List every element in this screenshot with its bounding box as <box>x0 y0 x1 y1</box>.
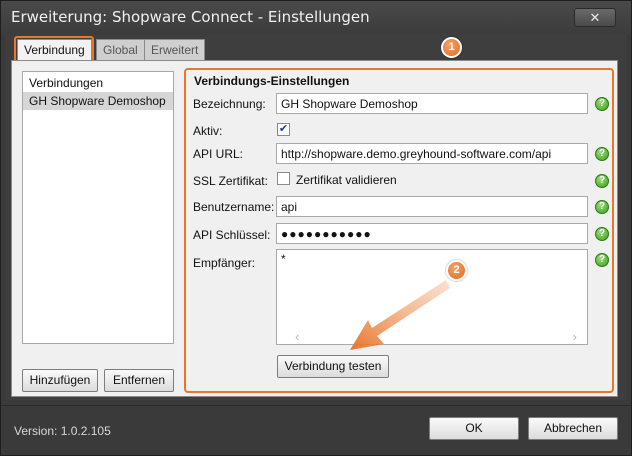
version-label: Version: 1.0.2.105 <box>14 424 111 438</box>
settings-title: Verbindungs-Einstellungen <box>194 74 350 88</box>
cancel-button[interactable]: Abbrechen <box>528 417 618 440</box>
add-connection-button[interactable]: Hinzufügen <box>22 369 98 392</box>
api-key-label: API Schlüssel: <box>193 228 271 242</box>
scroll-left-icon[interactable]: ‹ <box>295 329 299 344</box>
tab-panel: Verbindungen GH Shopware Demoshop Hinzuf… <box>11 60 618 397</box>
annotation-arrow <box>350 280 450 350</box>
annotation-badge-1: 1 <box>441 37 462 58</box>
tab-global[interactable]: Global <box>96 39 145 60</box>
close-button[interactable]: ✕ <box>574 8 616 27</box>
username-input[interactable]: api <box>276 196 588 217</box>
help-icon[interactable]: ? <box>595 147 609 161</box>
recipient-label: Empfänger: <box>193 256 256 270</box>
ok-button[interactable]: OK <box>429 417 519 440</box>
dialog-footer: Version: 1.0.2.105 OK Abbrechen <box>1 405 631 455</box>
help-icon[interactable]: ? <box>595 253 609 267</box>
title-bar[interactable]: Erweiterung: Shopware Connect - Einstell… <box>1 1 631 34</box>
username-label: Benutzername: <box>193 200 275 214</box>
help-icon[interactable]: ? <box>595 97 609 111</box>
ssl-label: SSL Zertifikat: <box>193 174 268 188</box>
list-item[interactable]: GH Shopware Demoshop <box>23 92 173 110</box>
help-icon[interactable]: ? <box>595 200 609 214</box>
help-icon[interactable]: ? <box>595 174 609 188</box>
connections-list[interactable]: Verbindungen GH Shopware Demoshop <box>22 71 174 344</box>
name-label: Bezeichnung: <box>193 97 266 111</box>
connections-list-header: Verbindungen <box>29 76 104 90</box>
api-url-input[interactable]: http://shopware.demo.greyhound-software.… <box>276 143 588 164</box>
api-url-label: API URL: <box>193 147 244 161</box>
active-checkbox[interactable]: ✔ <box>277 123 290 136</box>
ssl-checkbox-label: Zertifikat validieren <box>296 173 397 187</box>
recipient-value: * <box>281 252 286 266</box>
scroll-right-icon[interactable]: › <box>573 329 577 344</box>
active-label: Aktiv: <box>193 124 223 138</box>
tab-erweitert[interactable]: Erweitert <box>144 39 206 60</box>
dialog-window: Erweiterung: Shopware Connect - Einstell… <box>0 0 632 456</box>
name-input[interactable]: GH Shopware Demoshop <box>276 93 588 114</box>
dialog-body: Verbindung Global Erweitert 1 Verbindung… <box>6 34 626 400</box>
ssl-checkbox[interactable] <box>277 172 290 185</box>
remove-connection-button[interactable]: Entfernen <box>104 369 174 392</box>
help-icon[interactable]: ? <box>595 227 609 241</box>
test-connection-button[interactable]: Verbindung testen <box>277 355 389 378</box>
window-title: Erweiterung: Shopware Connect - Einstell… <box>11 8 370 26</box>
api-key-input[interactable]: ●●●●●●●●●●● <box>276 223 588 244</box>
